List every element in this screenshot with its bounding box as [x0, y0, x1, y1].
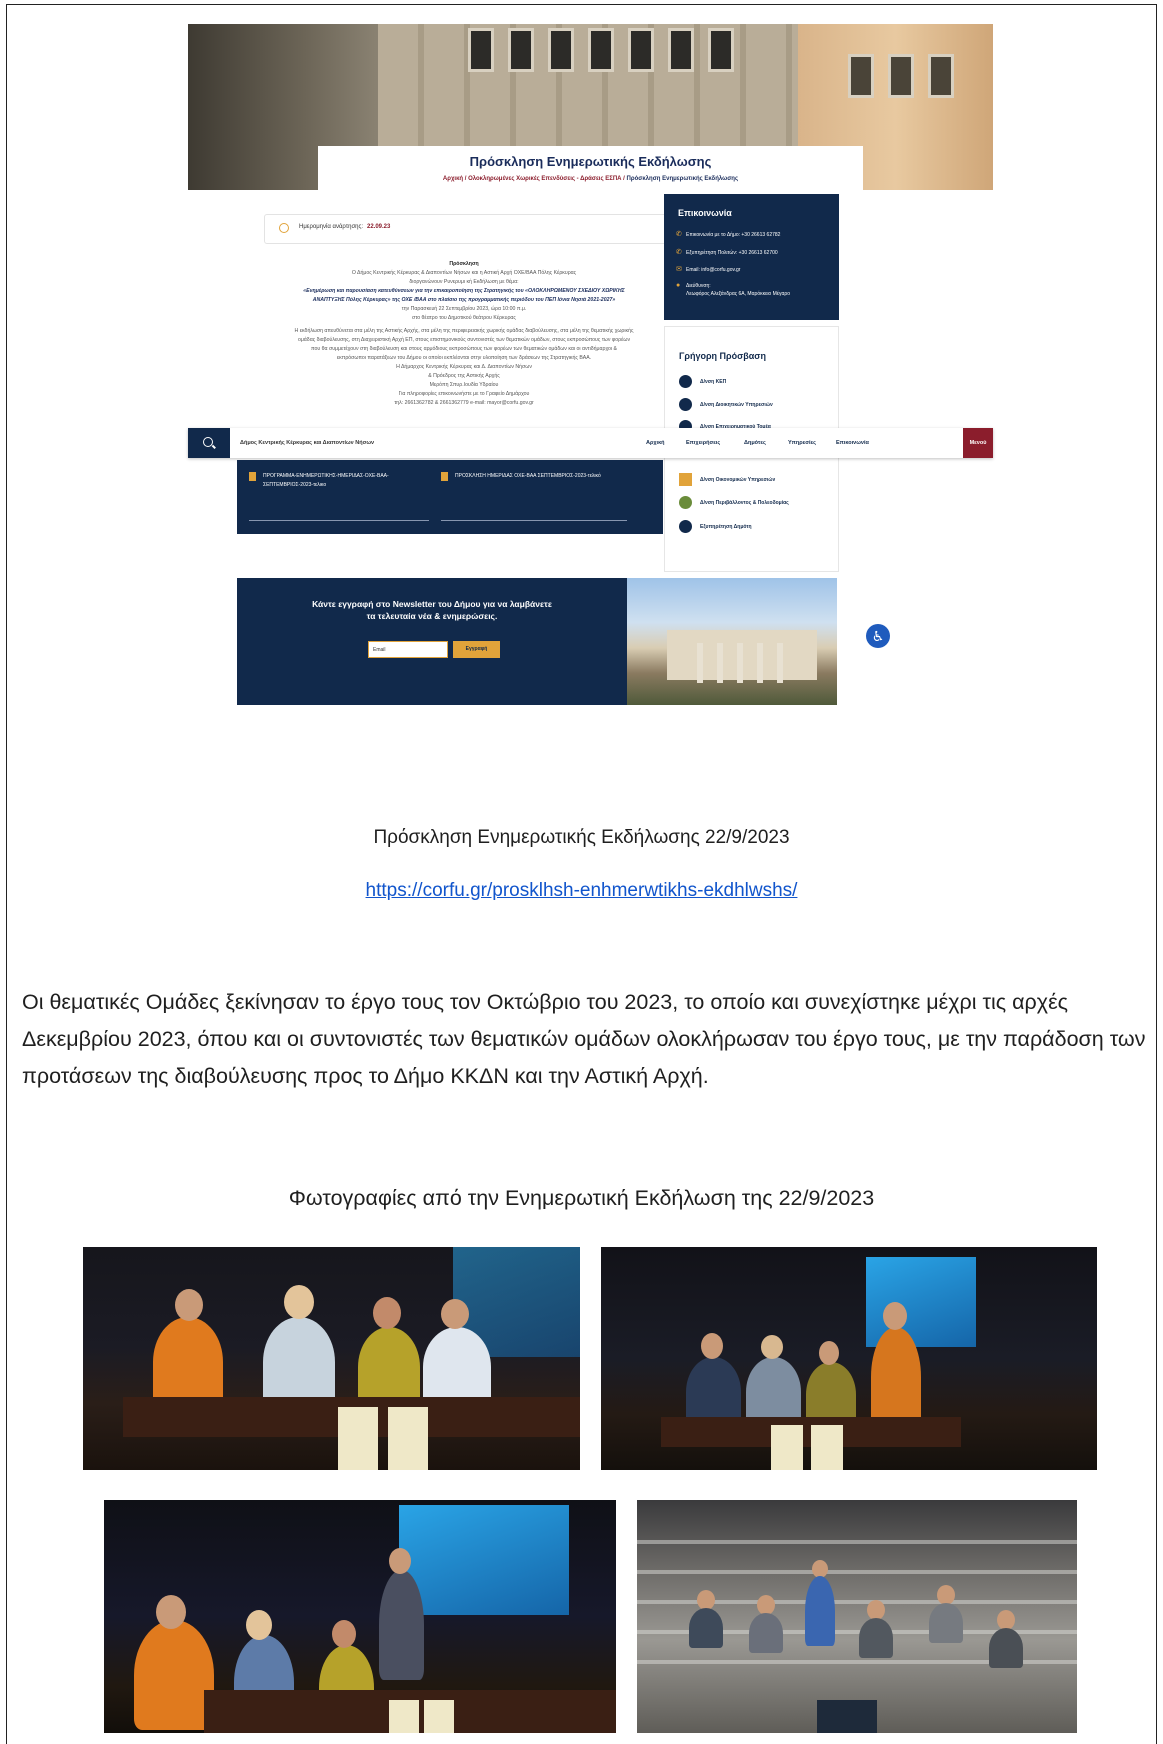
- location-icon: ●: [676, 282, 681, 289]
- photos-caption: Φωτογραφίες από την Ενημερωτική Εκδήλωση…: [288, 1186, 875, 1210]
- attachment-link[interactable]: ΠΡΟΣΚΛΗΣΗ ΗΜΕΡΙΔΑΣ ΟΧΕ-ΒΑΑ ΣΕΠΤΕΜΒΡΙΟΣ-2…: [441, 472, 655, 481]
- quick-link[interactable]: Δ/νση Οικονομικών Υπηρεσιών: [679, 473, 775, 486]
- info-line: Για πληροφορίες επικοινωνήστε με το Γραφ…: [398, 391, 530, 397]
- screenshot-caption: Πρόσκληση Ενημερωτικής Εκδήλωσης 22/9/20…: [373, 827, 790, 848]
- announcement-where: στο θέατρο του Δημοτικού θεάτρου Κέρκυρα…: [412, 315, 516, 321]
- nav-citizens[interactable]: Δημότες: [744, 440, 766, 446]
- phone-icon: ✆: [676, 249, 682, 256]
- sticky-navbar: Δήμος Κεντρικής Κέρκυρας και Διαποντίων …: [188, 428, 993, 458]
- date-label: Ημερομηνία ανάρτησης:: [299, 224, 364, 230]
- contact-row: ● Διεύθυνση:: [676, 282, 711, 289]
- info-line: τηλ: 2661362782 & 2661362779 e-mail: may…: [394, 400, 534, 406]
- announcement-topic: «Ενημέρωση και παρουσίαση κατευθύνσεων γ…: [303, 288, 625, 294]
- contact-row[interactable]: ✆ Επικοινωνία με το Δήμο: +30 26613 62782: [676, 230, 780, 238]
- page-title: Πρόσκληση Ενημερωτικής Εκδήλωσης: [469, 154, 712, 169]
- contact-row[interactable]: ✆ Εξυπηρέτηση Πολιτών: +30 26613 62700: [676, 248, 778, 256]
- attachment-link[interactable]: ΠΡΟΓΡΑΜΜΑ-ΕΝΗΜΕΡΩΤΙΚΗΣ-ΗΜΕΡΙΔΑΣ-ΟΧΕ-ΒΑΑ-…: [249, 472, 433, 490]
- documents-icon: [679, 398, 692, 411]
- website-screenshot: Πρόσκληση Ενημερωτικής Εκδήλωσης Αρχική …: [188, 24, 993, 784]
- file-icon: [249, 472, 256, 481]
- phone-icon: ✆: [676, 231, 682, 238]
- nav-business[interactable]: Επιχειρήσεις: [686, 440, 720, 446]
- source-link[interactable]: https://corfu.gr/prosklhsh-enhmerwtikhs-…: [366, 880, 798, 901]
- nav-contact[interactable]: Επικοινωνία: [836, 440, 869, 446]
- contact-panel: Επικοινωνία ✆ Επικοινωνία με το Δήμο: +30…: [664, 194, 839, 320]
- search-button[interactable]: [188, 428, 230, 458]
- chart-icon: [679, 473, 692, 486]
- nav-home[interactable]: Αρχική: [646, 440, 665, 446]
- divider: [441, 520, 627, 521]
- quick-link[interactable]: Δ/νση Διοικητικών Υπηρεσιών: [679, 398, 773, 411]
- quick-link[interactable]: Εξυπηρέτηση Δημότη: [679, 520, 752, 533]
- announcement-body: Πρόσκληση Ο Δήμος Κεντρικής Κέρκυρας & Δ…: [244, 260, 684, 408]
- contact-title: Επικοινωνία: [678, 208, 732, 218]
- contact-row[interactable]: ✉ Email: info@corfu.gov.gr: [676, 265, 740, 273]
- quick-access-title: Γρήγορη Πρόσβαση: [679, 351, 766, 361]
- breadcrumb-links[interactable]: Αρχική / Ολοκληρωμένες Χωρικές Επενδύσει…: [443, 176, 625, 182]
- quick-link[interactable]: Δ/νση Περιβάλλοντος & Πολεοδομίας: [679, 496, 789, 509]
- signature-line: Η Δήμαρχος Κεντρικής Κέρκυρας και Δ. Δια…: [396, 364, 532, 370]
- event-photo: [601, 1247, 1097, 1470]
- hero-title-box: Πρόσκληση Ενημερωτικής Εκδήλωσης Αρχική …: [318, 146, 863, 190]
- signature-line: Μερόπη Σπυρ.Ιουδία Υδραίου: [429, 382, 499, 388]
- signature-line: & Πρόεδρος της Αστικής Αρχής: [428, 373, 500, 379]
- site-name[interactable]: Δήμος Κεντρικής Κέρκυρας και Διαποντίων …: [240, 440, 374, 446]
- palace-photo: [627, 578, 837, 705]
- search-icon: [203, 437, 213, 447]
- environment-icon: [679, 496, 692, 509]
- date-value: 22.09.23: [367, 224, 391, 230]
- attachments-panel: ΠΡΟΓΡΑΜΜΑ-ΕΝΗΜΕΡΩΤΙΚΗΣ-ΗΜΕΡΙΔΑΣ-ΟΧΕ-ΒΑΑ-…: [237, 460, 663, 534]
- announcement-heading: Πρόσκληση: [449, 261, 479, 267]
- source-link-wrapper: https://corfu.gr/prosklhsh-enhmerwtikhs-…: [0, 880, 1163, 902]
- post-date-box: Ημερομηνία ανάρτησης: 22.09.23: [264, 214, 673, 244]
- nav-services[interactable]: Υπηρεσίες: [788, 440, 816, 446]
- announcement-when: την Παρασκευή 22 Σεπτεμβρίου 2023, ώρα 1…: [401, 306, 527, 312]
- newsletter-email-input[interactable]: Email: [368, 641, 448, 658]
- mail-icon: ✉: [676, 266, 682, 273]
- announcement-line: που θα συμμετέχουν στη διαβούλευση και σ…: [311, 346, 617, 352]
- breadcrumb: Αρχική / Ολοκληρωμένες Χωρικές Επενδύσει…: [318, 176, 863, 182]
- file-icon: [441, 472, 448, 481]
- event-photo: [637, 1500, 1077, 1733]
- hero-image: Πρόσκληση Ενημερωτικής Εκδήλωσης Αρχική …: [188, 24, 993, 190]
- newsletter-banner: Κάντε εγγραφή στο Newsletter του Δήμου γ…: [237, 578, 837, 705]
- divider: [249, 520, 429, 521]
- breadcrumb-current: Πρόσκληση Ενημερωτικής Εκδήλωσης: [624, 176, 739, 182]
- announcement-topic: ΑΝΑΠΤΥΞΗΣ Πόλης Κέρκυρας» της ΟΧΕ /ΒΑΑ σ…: [312, 297, 616, 303]
- announcement-line: εκπρόσωποι παρατάξεων του Δήμου οι οποίο…: [336, 355, 592, 361]
- announcement-line: διοργανώνουν Ρυνερυμι κή Εκδήλωση με θέμ…: [409, 279, 519, 285]
- newsletter-subscribe-button[interactable]: Εγγραφή: [453, 641, 500, 658]
- accessibility-icon[interactable]: ♿: [866, 624, 890, 648]
- citizen-service-icon: [679, 520, 692, 533]
- event-photo: [83, 1247, 580, 1470]
- quick-link[interactable]: Δ/νση ΚΕΠ: [679, 375, 726, 388]
- announcement-line: Ο Δήμος Κεντρικής Κέρκυρας & Διαποντίων …: [351, 270, 577, 276]
- announcement-line: Η εκδήλωση απευθύνεται στα μέλη της Αστι…: [294, 328, 634, 334]
- body-paragraph: Οι θεματικές Ομάδες ξεκίνησαν το έργο το…: [22, 990, 1146, 1088]
- contact-address: Λεωφόρος Αλεξάνδρας 6Α, Μαρόκκειο Μέγαρο: [686, 291, 791, 297]
- clock-icon: [279, 223, 289, 233]
- menu-button[interactable]: Μενού: [963, 428, 993, 458]
- announcement-line: ομάδας διαβούλευσης, στη Διαχειριστική Α…: [297, 337, 631, 343]
- event-photo: [104, 1500, 616, 1733]
- building-icon: [679, 375, 692, 388]
- newsletter-text: Κάντε εγγραφή στο Newsletter του Δήμου γ…: [312, 599, 552, 621]
